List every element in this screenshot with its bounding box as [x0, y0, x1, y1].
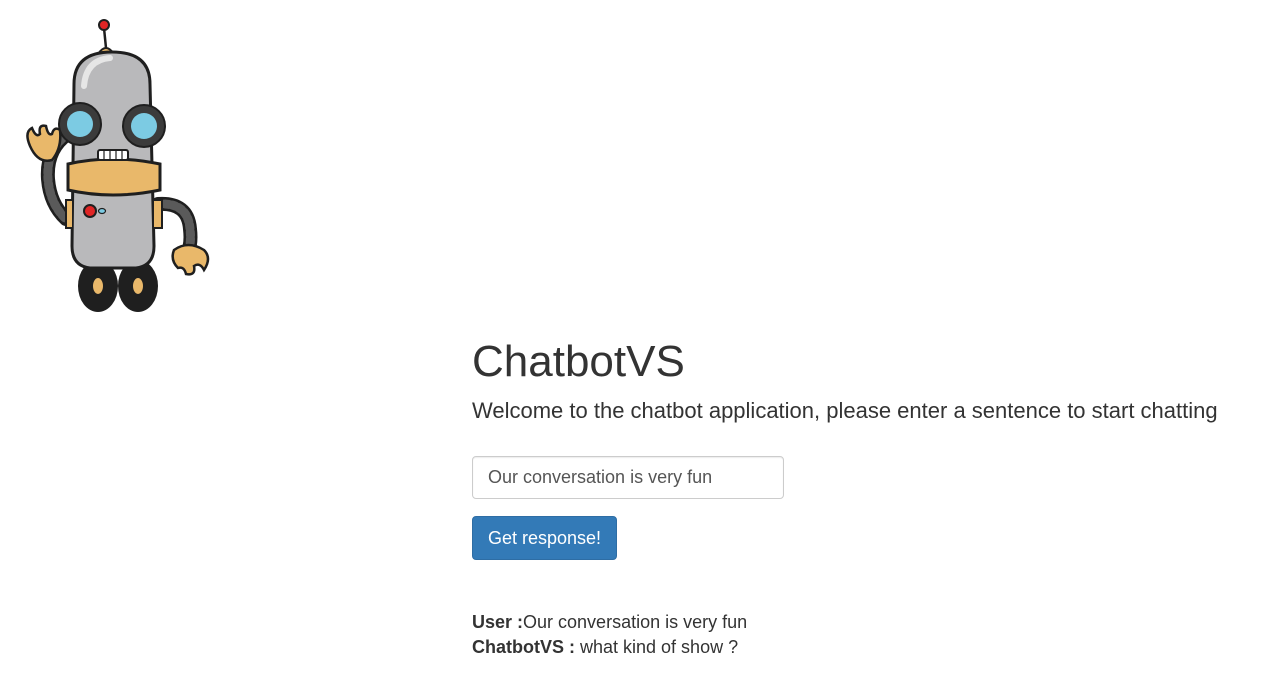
chat-text-bot: what kind of show ? [575, 637, 739, 657]
main-content: ChatbotVS Welcome to the chatbot applica… [472, 336, 1252, 660]
chat-message-user: User :Our conversation is very fun [472, 610, 1252, 635]
welcome-text: Welcome to the chatbot application, plea… [472, 398, 1218, 423]
chat-speaker-user: User : [472, 612, 524, 632]
page-title: ChatbotVS [472, 337, 685, 386]
robot-icon [18, 14, 218, 316]
get-response-button[interactable]: Get response! [472, 516, 618, 560]
chat-text-user: Our conversation is very fun [523, 612, 748, 632]
sentence-input[interactable] [472, 456, 784, 499]
chat-speaker-bot: ChatbotVS : [472, 637, 575, 657]
chat-message-bot: ChatbotVS : what kind of show ? [472, 635, 1252, 660]
